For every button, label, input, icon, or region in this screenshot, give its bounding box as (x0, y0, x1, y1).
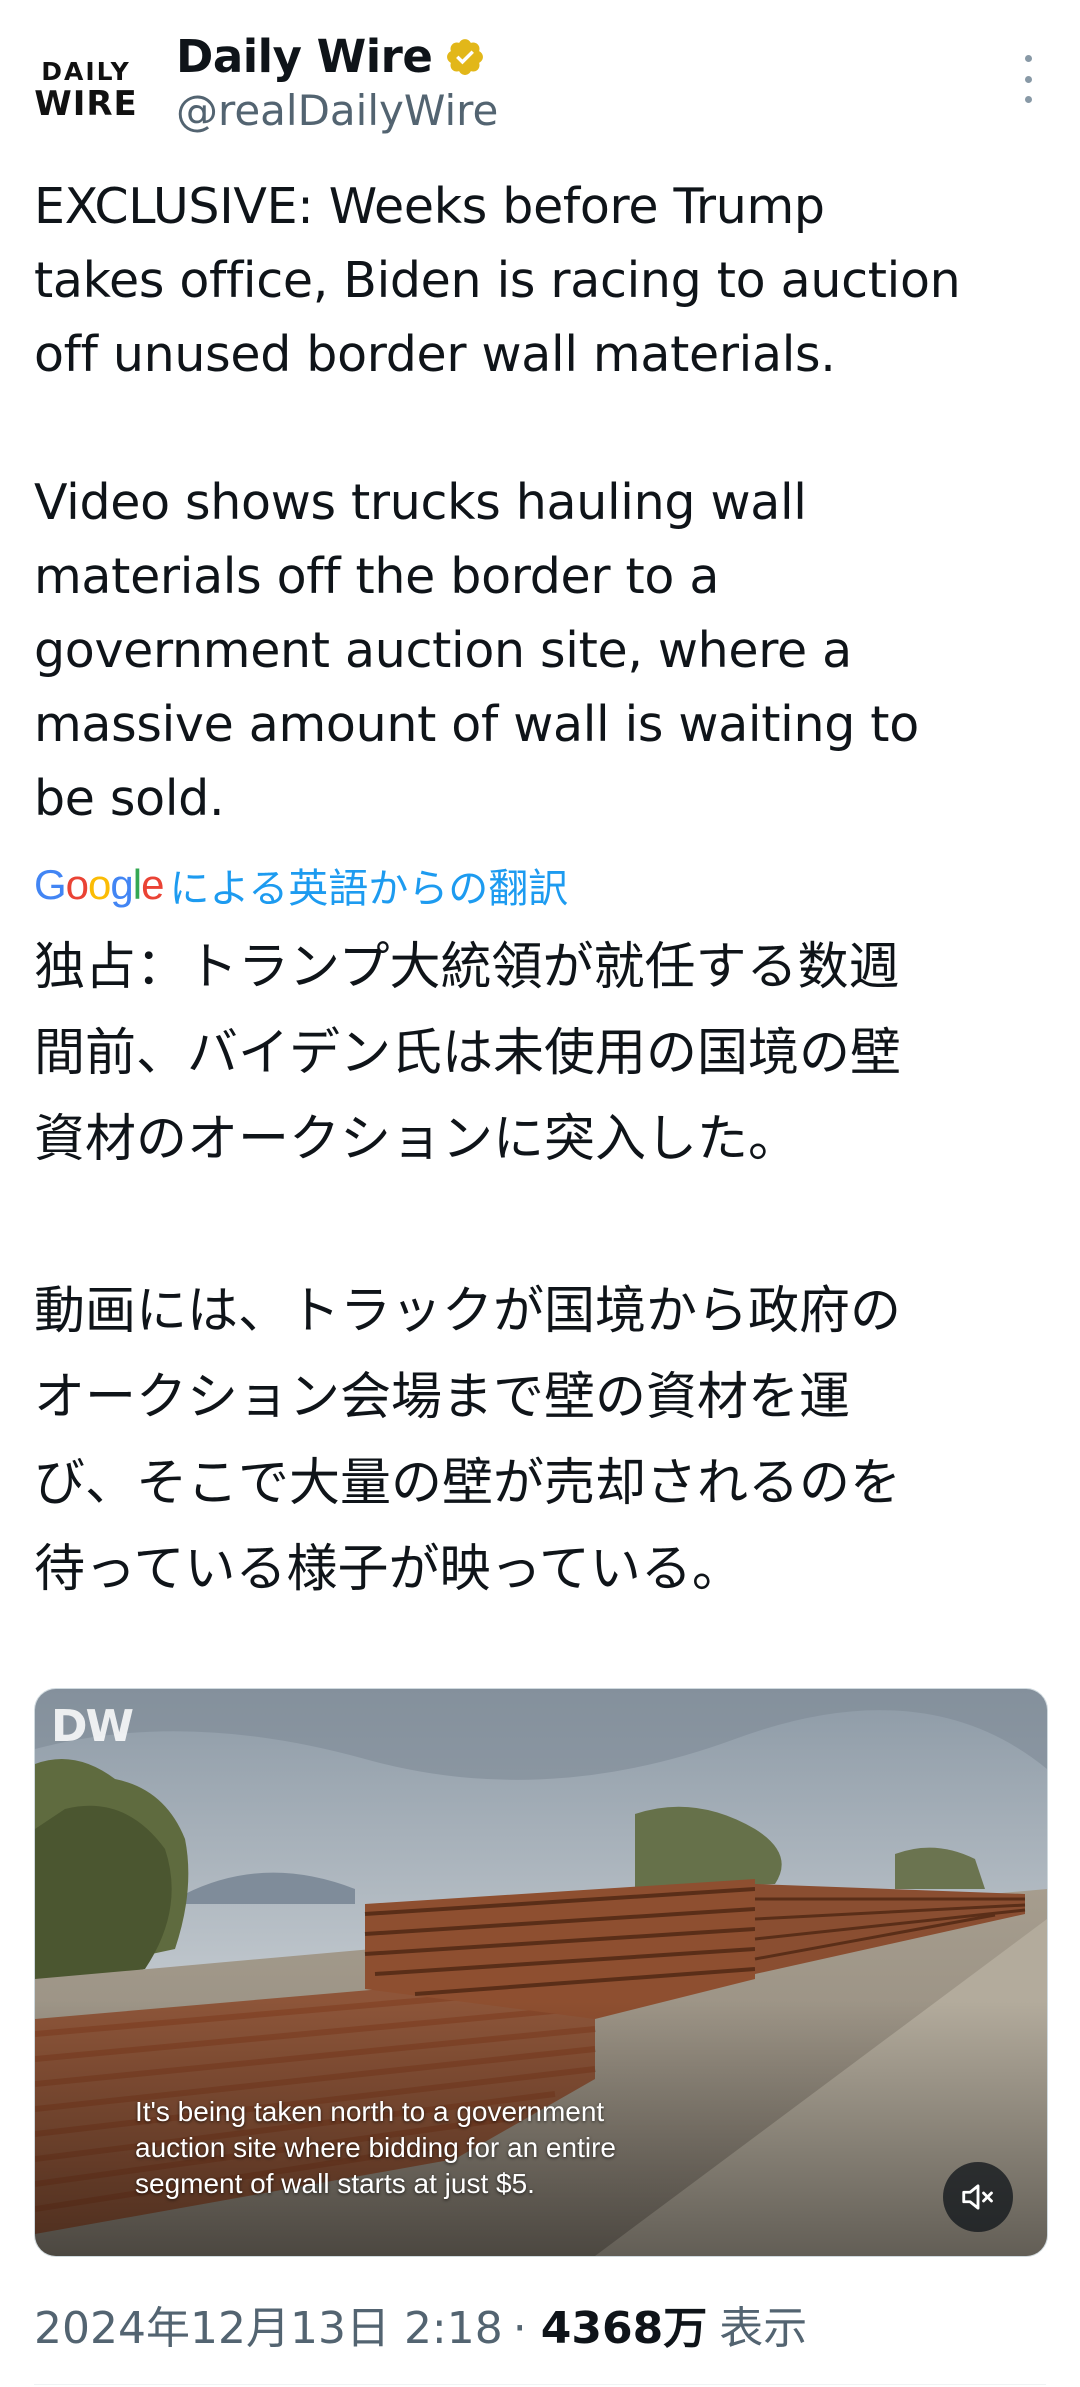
avatar[interactable]: DAILY WIRE (34, 45, 138, 135)
more-options-icon[interactable] (1010, 55, 1046, 103)
avatar-line2: WIRE (34, 84, 138, 124)
google-logo: Google (34, 861, 164, 908)
video-player[interactable]: DW It's being taken north to a governmen… (34, 1688, 1048, 2257)
mute-button[interactable] (943, 2162, 1013, 2232)
dw-watermark: DW (51, 1701, 134, 1752)
dot (1024, 55, 1032, 62)
dot (1024, 96, 1032, 103)
translation-link[interactable]: Google による英語からの翻訳 (34, 856, 568, 914)
name-row: Daily Wire (176, 30, 486, 83)
avatar-line1: DAILY (41, 57, 131, 86)
divider (34, 2384, 1046, 2385)
video-caption: It's being taken north to a government a… (135, 2096, 616, 2199)
translation-label: による英語からの翻訳 (169, 866, 569, 912)
tweet-text: EXCLUSIVE: Weeks before Trump takes offi… (34, 178, 961, 827)
tweet-meta: 2024年12月13日 2:18 · 4368万 表示 (34, 2292, 807, 2356)
dot (1024, 75, 1032, 83)
tweet-header: DAILY WIRE Daily Wire @realDailyWire (0, 0, 1080, 160)
view-count: 4368万 (540, 2303, 708, 2354)
views-label: 表示 (719, 2303, 808, 2354)
translated-text: 独占：トランプ大統領が就任する数週 間前、バイデン氏は未使用の国境の壁 資材のオ… (34, 938, 902, 1599)
muted-speaker-icon (962, 2184, 993, 2210)
separator: · (512, 2303, 527, 2354)
verified-badge-icon[interactable] (444, 36, 486, 78)
handle[interactable]: @realDailyWire (176, 86, 498, 135)
timestamp[interactable]: 2024年12月13日 2:18 (34, 2292, 503, 2356)
display-name[interactable]: Daily Wire (176, 30, 433, 83)
